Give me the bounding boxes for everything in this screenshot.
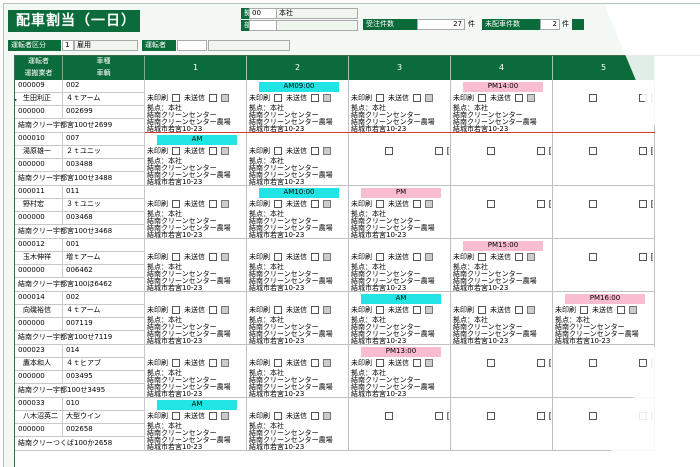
app-root: 配車割当（一日） 拠点 00 本社 部門 受注件数 27 件 未配車件数 2 件… — [0, 0, 700, 467]
main-window: 配車割当（一日） 拠点 00 本社 部門 受注件数 27 件 未配車件数 2 件… — [3, 3, 700, 467]
chevron-frame-icon — [604, 4, 700, 467]
